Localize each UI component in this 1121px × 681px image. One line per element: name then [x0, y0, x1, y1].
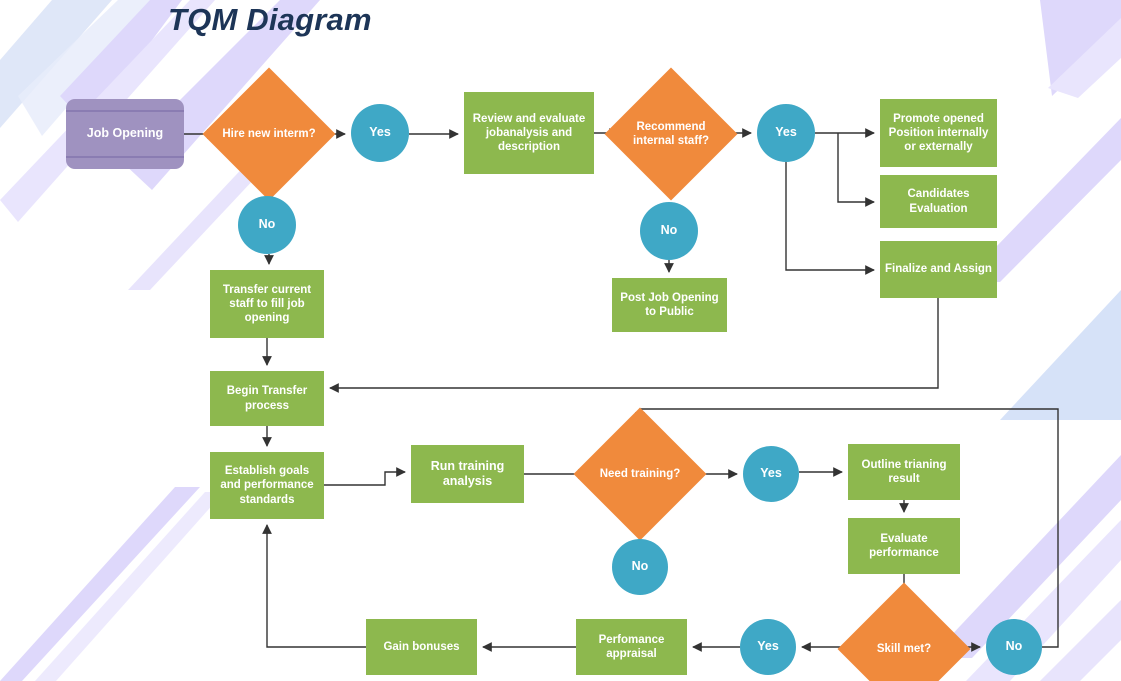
node-begin-transfer[interactable]: Begin Transfer process [210, 371, 324, 426]
node-label: Candidates Evaluation [907, 188, 970, 215]
node-recommend-internal[interactable]: Recommend internal staff? [604, 67, 738, 201]
node-no-3[interactable]: No [612, 539, 668, 595]
node-label: Begin Transfer process [226, 385, 308, 412]
node-label: Yes [775, 125, 797, 140]
start-bar-top [66, 110, 184, 112]
node-gain-bonuses[interactable]: Gain bonuses [366, 619, 477, 675]
edge-yes2-to-candidates [837, 133, 875, 207]
start-bar-bottom [66, 156, 184, 158]
node-label: Perfomance appraisal [598, 633, 665, 660]
node-label: No [660, 223, 678, 238]
node-yes-2[interactable]: Yes [757, 104, 815, 162]
node-label: Transfer current staff to fill job openi… [222, 283, 312, 324]
node-review-evaluate[interactable]: Review and evaluate jobanalysis and desc… [464, 92, 594, 174]
node-label: Post Job Opening to Public [620, 291, 719, 318]
node-label: No [631, 559, 649, 574]
node-yes-1[interactable]: Yes [351, 104, 409, 162]
node-label: No [1005, 639, 1023, 654]
node-label: Skill met? [876, 642, 932, 655]
node-label: Yes [369, 125, 391, 140]
node-no-1[interactable]: No [238, 196, 296, 254]
node-label: Hire new interm? [222, 127, 316, 140]
node-label: Outline trianing result [861, 458, 947, 485]
node-label: Establish goals and performance standard… [220, 465, 314, 506]
node-finalize-and-assign[interactable]: Finalize and Assign [880, 241, 997, 298]
node-candidates-evaluation[interactable]: Candidates Evaluation [880, 175, 997, 228]
node-label: No [258, 217, 276, 232]
node-skill-met[interactable]: Skill met? [837, 582, 971, 681]
node-label: Recommend internal staff? [632, 120, 710, 147]
node-label: Promote opened Position internally or ex… [888, 112, 989, 153]
node-label: Gain bonuses [383, 640, 460, 653]
diagram-canvas: TQM Diagram Job Opening Hire new interm?… [0, 0, 1121, 681]
edge-gain-to-establish [262, 524, 366, 648]
node-label: Yes [757, 639, 779, 654]
node-post-job-opening[interactable]: Post Job Opening to Public [612, 278, 727, 332]
node-label: Need training? [599, 467, 681, 480]
node-label: Finalize and Assign [885, 263, 992, 276]
node-yes-3[interactable]: Yes [743, 446, 799, 502]
node-performance-appraisal[interactable]: Perfomance appraisal [576, 619, 687, 675]
node-label: Run training analysis [430, 458, 505, 488]
node-label: Evaluate performance [869, 532, 939, 559]
node-transfer-current-staff[interactable]: Transfer current staff to fill job openi… [210, 270, 324, 338]
node-job-opening[interactable]: Job Opening [66, 99, 184, 169]
edge-yes2-to-finalize [785, 162, 875, 275]
node-promote-opened[interactable]: Promote opened Position internally or ex… [880, 99, 997, 167]
node-label: Yes [760, 466, 782, 481]
node-establish-goals[interactable]: Establish goals and performance standard… [210, 452, 324, 519]
node-evaluate-performance[interactable]: Evaluate performance [848, 518, 960, 574]
node-hire-new-intern[interactable]: Hire new interm? [202, 67, 336, 201]
node-outline-training-result[interactable]: Outline trianing result [848, 444, 960, 500]
node-yes-4[interactable]: Yes [740, 619, 796, 675]
node-run-training-analysis[interactable]: Run training analysis [411, 445, 524, 503]
node-label: Job Opening [86, 126, 164, 141]
edge-establish-to-run [324, 467, 406, 486]
node-need-training[interactable]: Need training? [573, 407, 707, 541]
node-label: Review and evaluate jobanalysis and desc… [472, 112, 586, 153]
node-no-2[interactable]: No [640, 202, 698, 260]
node-no-4[interactable]: No [986, 619, 1042, 675]
